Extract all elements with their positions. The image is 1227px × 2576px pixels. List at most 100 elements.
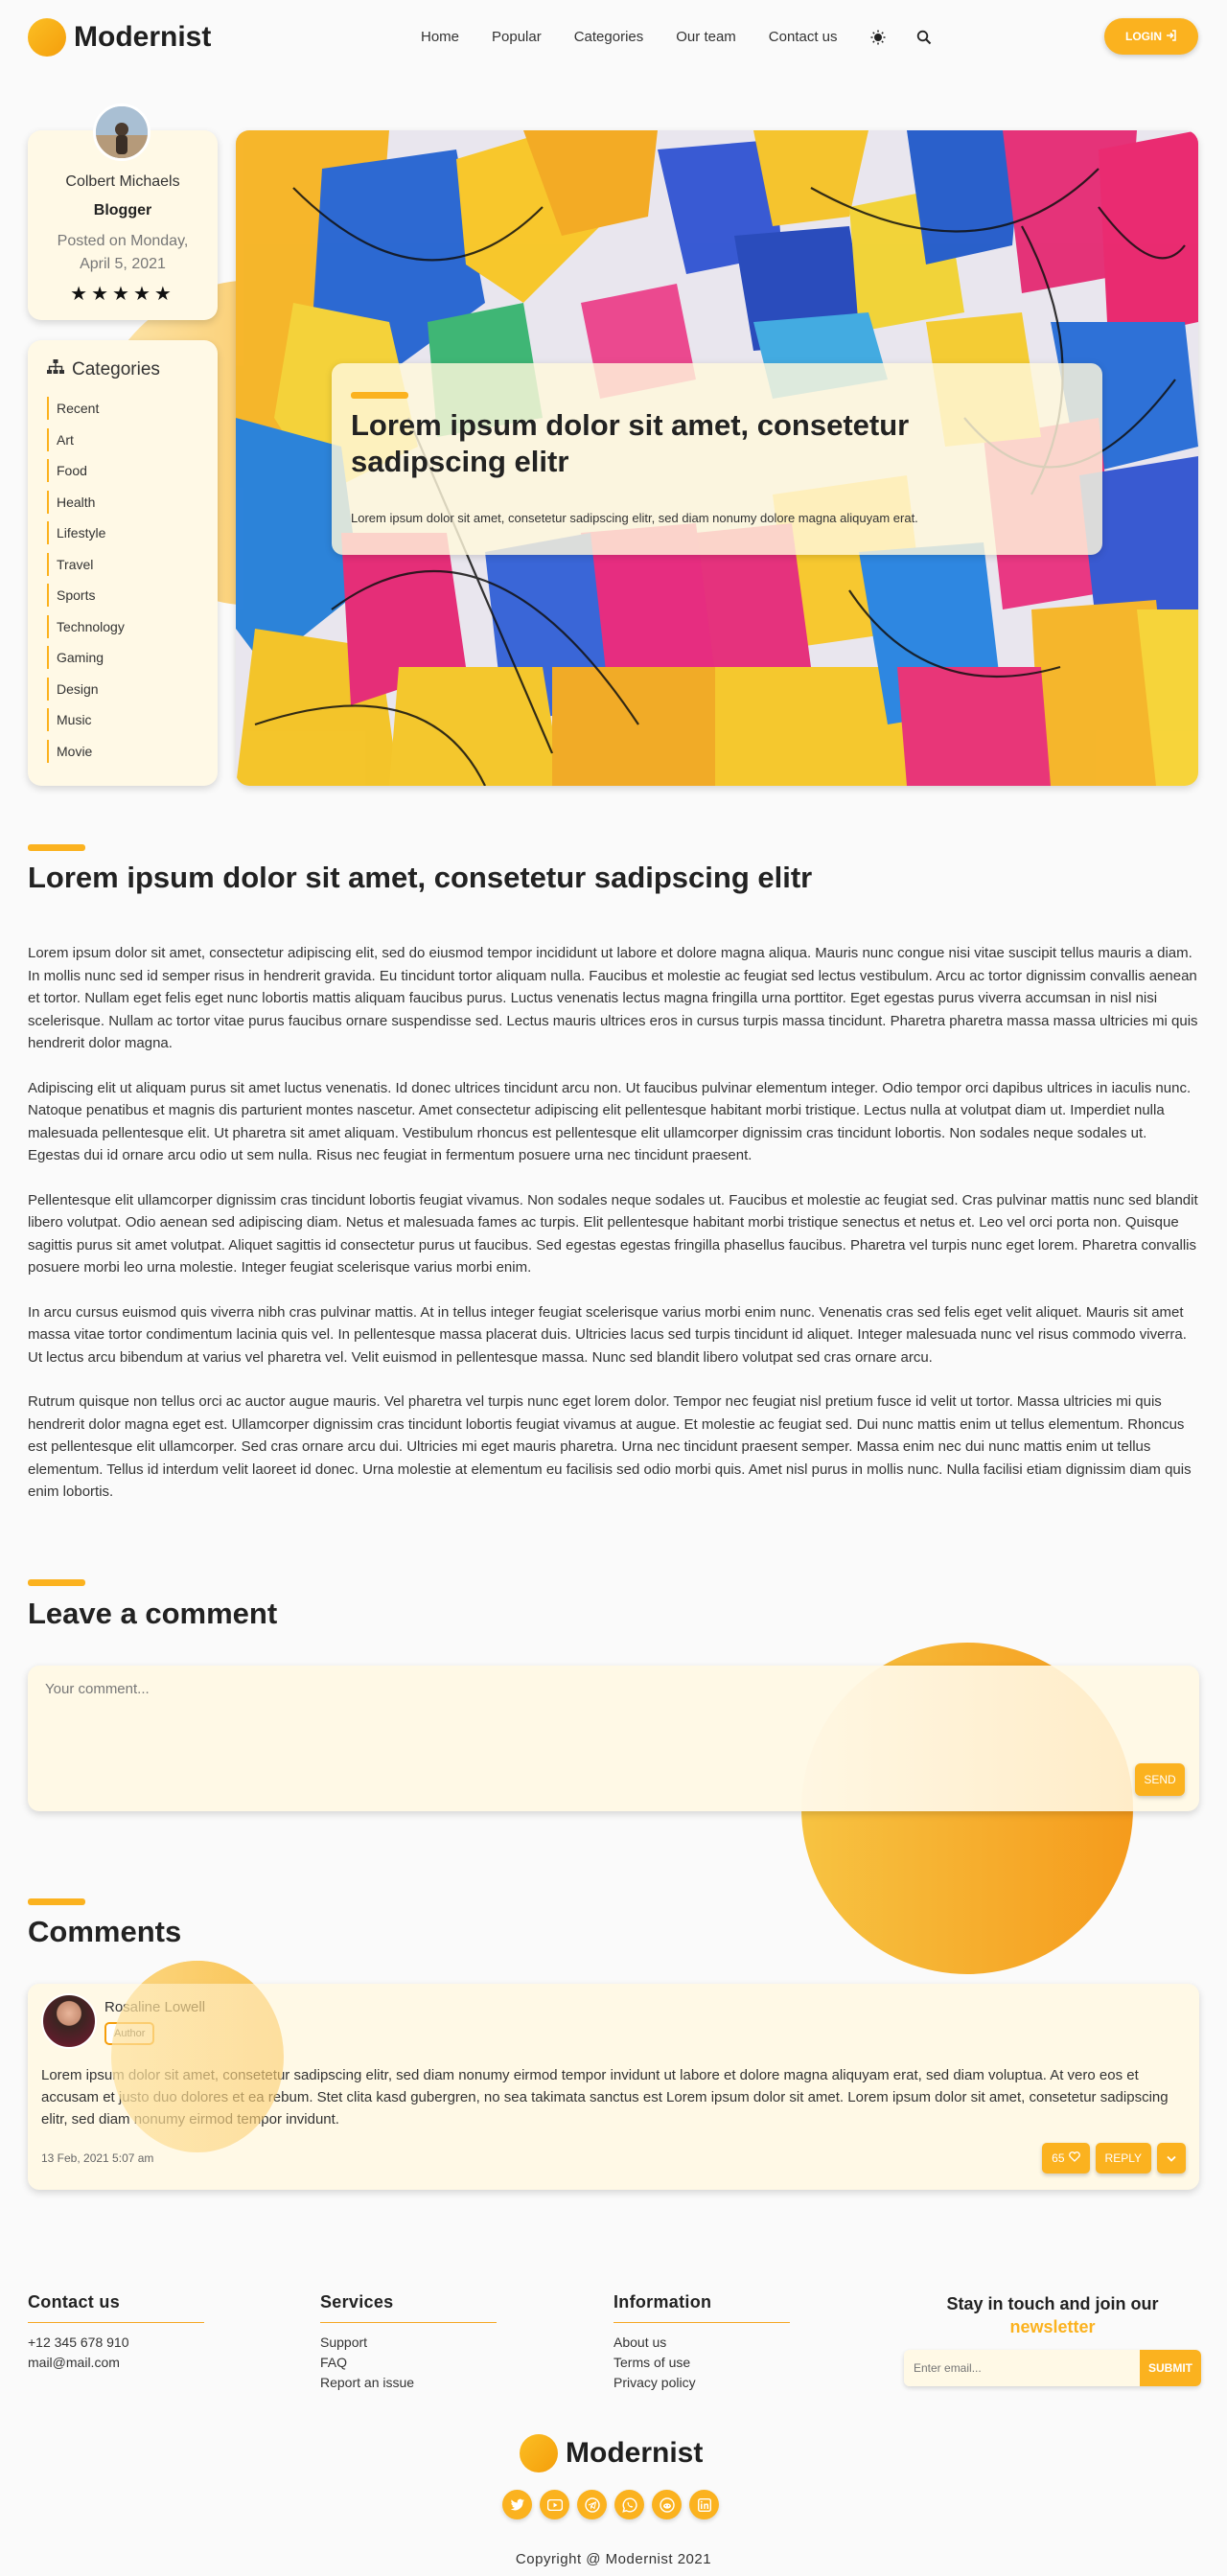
- footer-services-title: Services: [320, 2292, 394, 2312]
- nav-home[interactable]: Home: [421, 29, 459, 45]
- category-label: Music: [57, 712, 92, 728]
- author-avatar[interactable]: [93, 104, 150, 161]
- sitemap-icon: [47, 359, 64, 380]
- hero-caption-card[interactable]: Lorem ipsum dolor sit amet, consetetur s…: [332, 363, 1102, 555]
- footer-link[interactable]: Terms of use: [614, 2353, 790, 2373]
- theme-toggle-icon[interactable]: [870, 30, 886, 45]
- author-card: Colbert Michaels Blogger Posted on Monda…: [28, 104, 218, 320]
- category-item[interactable]: Movie: [47, 736, 125, 768]
- chevron-down-icon: [1167, 2151, 1176, 2165]
- categories-heading: Categories: [47, 359, 160, 380]
- category-item[interactable]: Technology: [47, 611, 125, 643]
- like-count: 65: [1052, 2151, 1065, 2165]
- article-paragraph: Adipiscing elit ut aliquam purus sit ame…: [28, 1079, 1192, 1164]
- newsletter-title-text: Stay in touch and join our: [946, 2294, 1159, 2313]
- login-button[interactable]: LOGIN: [1104, 18, 1198, 55]
- footer-email[interactable]: mail@mail.com: [28, 2353, 204, 2373]
- article-body: Lorem ipsum dolor sit amet, consectetur …: [28, 942, 1199, 1526]
- category-label: Health: [57, 494, 96, 510]
- category-label: Food: [57, 463, 87, 479]
- newsletter-title: Stay in touch and join our newsletter: [904, 2292, 1201, 2338]
- category-label: Movie: [57, 743, 93, 759]
- search-icon[interactable]: [916, 30, 932, 45]
- category-label: Travel: [57, 556, 94, 572]
- category-label: Sports: [57, 587, 96, 604]
- category-item[interactable]: Recent: [47, 393, 125, 425]
- brand-name: Modernist: [74, 21, 212, 53]
- footer-contact-title: Contact us: [28, 2292, 121, 2312]
- footer-brand-name: Modernist: [566, 2437, 704, 2469]
- accent-bar: [28, 844, 85, 851]
- like-button[interactable]: 65: [1042, 2143, 1090, 2174]
- brand-logo[interactable]: Modernist: [28, 18, 211, 57]
- twitter-icon[interactable]: [502, 2490, 532, 2519]
- comment-actions: 65 REPLY: [1042, 2143, 1186, 2174]
- category-item[interactable]: Food: [47, 455, 125, 487]
- youtube-icon[interactable]: [540, 2490, 569, 2519]
- newsletter-highlight: newsletter: [1009, 2317, 1096, 2336]
- newsletter: Stay in touch and join our newsletter SU…: [904, 2292, 1201, 2386]
- reply-button[interactable]: REPLY: [1095, 2143, 1151, 2174]
- comments-title: Comments: [28, 1915, 182, 1948]
- hero-title: Lorem ipsum dolor sit amet, consetetur s…: [351, 408, 910, 478]
- category-item[interactable]: Music: [47, 704, 125, 736]
- categories-title: Categories: [72, 359, 160, 380]
- telegram-icon[interactable]: [577, 2490, 607, 2519]
- category-item[interactable]: Lifestyle: [47, 518, 125, 549]
- accent-bar: [28, 1898, 85, 1905]
- linkedin-icon[interactable]: [689, 2490, 719, 2519]
- whatsapp-icon[interactable]: [614, 2490, 644, 2519]
- newsletter-email-input[interactable]: [904, 2350, 1140, 2386]
- comment-date: 13 Feb, 2021 5:07 am: [41, 2151, 154, 2165]
- footer-link[interactable]: Report an issue: [320, 2373, 497, 2393]
- author-role: Blogger: [93, 202, 152, 218]
- article-paragraph: In arcu cursus euismod quis viverra nibh…: [28, 1303, 1187, 1366]
- category-label: Recent: [57, 401, 100, 417]
- footer-link[interactable]: Support: [320, 2333, 497, 2353]
- category-label: Technology: [57, 618, 125, 634]
- footer-services: Services Support FAQ Report an issue: [320, 2292, 497, 2393]
- category-item[interactable]: Gaming: [47, 642, 125, 674]
- footer-contact: Contact us +12 345 678 910 mail@mail.com: [28, 2292, 204, 2373]
- newsletter-submit-button[interactable]: SUBMIT: [1140, 2350, 1201, 2386]
- footer-link[interactable]: FAQ: [320, 2353, 497, 2373]
- category-label: Lifestyle: [57, 525, 106, 541]
- footer-divider: [28, 2322, 204, 2323]
- comment-placeholder: Your comment...: [45, 1681, 150, 1697]
- expand-button[interactable]: [1157, 2143, 1186, 2174]
- footer-logo[interactable]: Modernist: [520, 2434, 703, 2472]
- article-paragraph: Lorem ipsum dolor sit amet, consectetur …: [28, 945, 1198, 1051]
- footer-phone[interactable]: +12 345 678 910: [28, 2333, 204, 2353]
- rating-stars: ★★★★★: [70, 284, 175, 305]
- commenter-avatar[interactable]: [41, 1993, 97, 2049]
- author-name: Colbert Michaels: [65, 173, 180, 190]
- login-label: LOGIN: [1125, 30, 1162, 43]
- footer-link[interactable]: About us: [614, 2333, 790, 2353]
- footer-information: Information About us Terms of use Privac…: [614, 2292, 790, 2393]
- article-title: Lorem ipsum dolor sit amet, consetetur s…: [28, 861, 813, 894]
- accent-bar: [28, 1579, 85, 1586]
- leave-comment-title: Leave a comment: [28, 1597, 278, 1630]
- footer-information-title: Information: [614, 2292, 712, 2312]
- accent-bar: [351, 392, 408, 399]
- category-label: Art: [57, 431, 74, 448]
- reddit-icon[interactable]: [652, 2490, 682, 2519]
- decorative-circle-overlay: [111, 1961, 284, 2152]
- nav-popular[interactable]: Popular: [492, 29, 542, 45]
- login-icon: [1166, 29, 1177, 44]
- site-header: Modernist Home Popular Categories Our te…: [0, 0, 1227, 75]
- category-item[interactable]: Travel: [47, 549, 125, 581]
- category-item[interactable]: Sports: [47, 580, 125, 611]
- logo-circle-icon: [28, 18, 66, 57]
- nav-categories[interactable]: Categories: [574, 29, 644, 45]
- category-item[interactable]: Art: [47, 425, 125, 456]
- nav-our-team[interactable]: Our team: [676, 29, 736, 45]
- post-date: Posted on Monday, April 5, 2021: [57, 233, 189, 272]
- hero-subtitle: Lorem ipsum dolor sit amet, consetetur s…: [351, 511, 918, 525]
- footer-divider: [614, 2322, 790, 2323]
- category-item[interactable]: Health: [47, 487, 125, 518]
- nav-contact[interactable]: Contact us: [769, 29, 838, 45]
- send-button[interactable]: SEND: [1135, 1763, 1185, 1796]
- category-item[interactable]: Design: [47, 674, 125, 705]
- footer-link[interactable]: Privacy policy: [614, 2373, 790, 2393]
